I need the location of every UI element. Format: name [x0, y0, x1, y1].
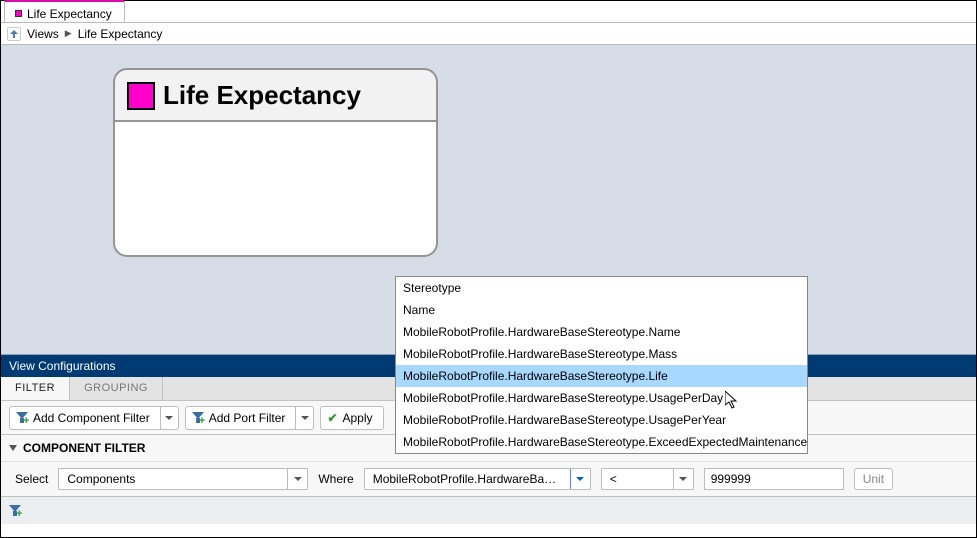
- diagram-node-title: Life Expectancy: [163, 80, 361, 111]
- dropdown-option[interactable]: MobileRobotProfile.HardwareBaseStereotyp…: [396, 431, 807, 453]
- document-tabbar: Life Expectancy: [1, 1, 976, 23]
- property-dropdown-popup: StereotypeNameMobileRobotProfile.Hardwar…: [395, 276, 808, 454]
- select-target-dropdown[interactable]: Components: [58, 468, 308, 490]
- breadcrumb: Views ▶ Life Expectancy: [1, 23, 976, 45]
- view-color-swatch-icon: [15, 10, 22, 17]
- breadcrumb-current[interactable]: Life Expectancy: [78, 27, 163, 41]
- bottom-toolbar: +: [1, 496, 976, 524]
- add-port-filter-button[interactable]: + Add Port Filter: [185, 406, 315, 430]
- where-property-dropdown[interactable]: MobileRobotProfile.HardwareBaseSte...: [364, 468, 591, 490]
- tab-life-expectancy[interactable]: Life Expectancy: [4, 0, 125, 22]
- dropdown-option[interactable]: MobileRobotProfile.HardwareBaseStereotyp…: [396, 343, 807, 365]
- add-filter-icon[interactable]: +: [9, 505, 21, 517]
- view-color-swatch-icon: [127, 82, 155, 110]
- select-label: Select: [15, 472, 48, 486]
- add-component-filter-caret[interactable]: [160, 407, 178, 429]
- dropdown-option[interactable]: Name: [396, 299, 807, 321]
- unit-button[interactable]: Unit: [854, 468, 893, 490]
- component-filter-row: Select Components Where MobileRobotProfi…: [1, 462, 976, 496]
- tab-label: Life Expectancy: [27, 7, 112, 21]
- dropdown-option[interactable]: MobileRobotProfile.HardwareBaseStereotyp…: [396, 365, 807, 387]
- diagram-node-body: [113, 122, 438, 257]
- diagram-node-header: Life Expectancy: [113, 68, 438, 122]
- add-port-filter-caret[interactable]: [295, 407, 313, 429]
- add-component-filter-button[interactable]: + Add Component Filter: [9, 406, 179, 430]
- dropdown-option[interactable]: MobileRobotProfile.HardwareBaseStereotyp…: [396, 387, 807, 409]
- subtab-grouping[interactable]: GROUPING: [70, 377, 163, 400]
- diagram-node[interactable]: Life Expectancy: [113, 68, 438, 257]
- where-operator-dropdown[interactable]: <: [601, 468, 694, 490]
- where-label: Where: [318, 472, 353, 486]
- funnel-add-icon: +: [16, 412, 28, 424]
- where-value-input[interactable]: [704, 468, 844, 490]
- breadcrumb-root[interactable]: Views: [27, 27, 59, 41]
- apply-button[interactable]: ✔ Apply: [320, 406, 383, 430]
- breadcrumb-separator-icon: ▶: [65, 28, 72, 39]
- nav-up-button[interactable]: [7, 27, 21, 41]
- subtab-filter[interactable]: FILTER: [1, 377, 70, 400]
- dropdown-option[interactable]: Stereotype: [396, 277, 807, 299]
- collapse-caret-icon: [9, 445, 17, 451]
- check-icon: ✔: [327, 411, 337, 425]
- dropdown-option[interactable]: MobileRobotProfile.HardwareBaseStereotyp…: [396, 409, 807, 431]
- funnel-add-icon: +: [192, 412, 204, 424]
- dropdown-option[interactable]: MobileRobotProfile.HardwareBaseStereotyp…: [396, 321, 807, 343]
